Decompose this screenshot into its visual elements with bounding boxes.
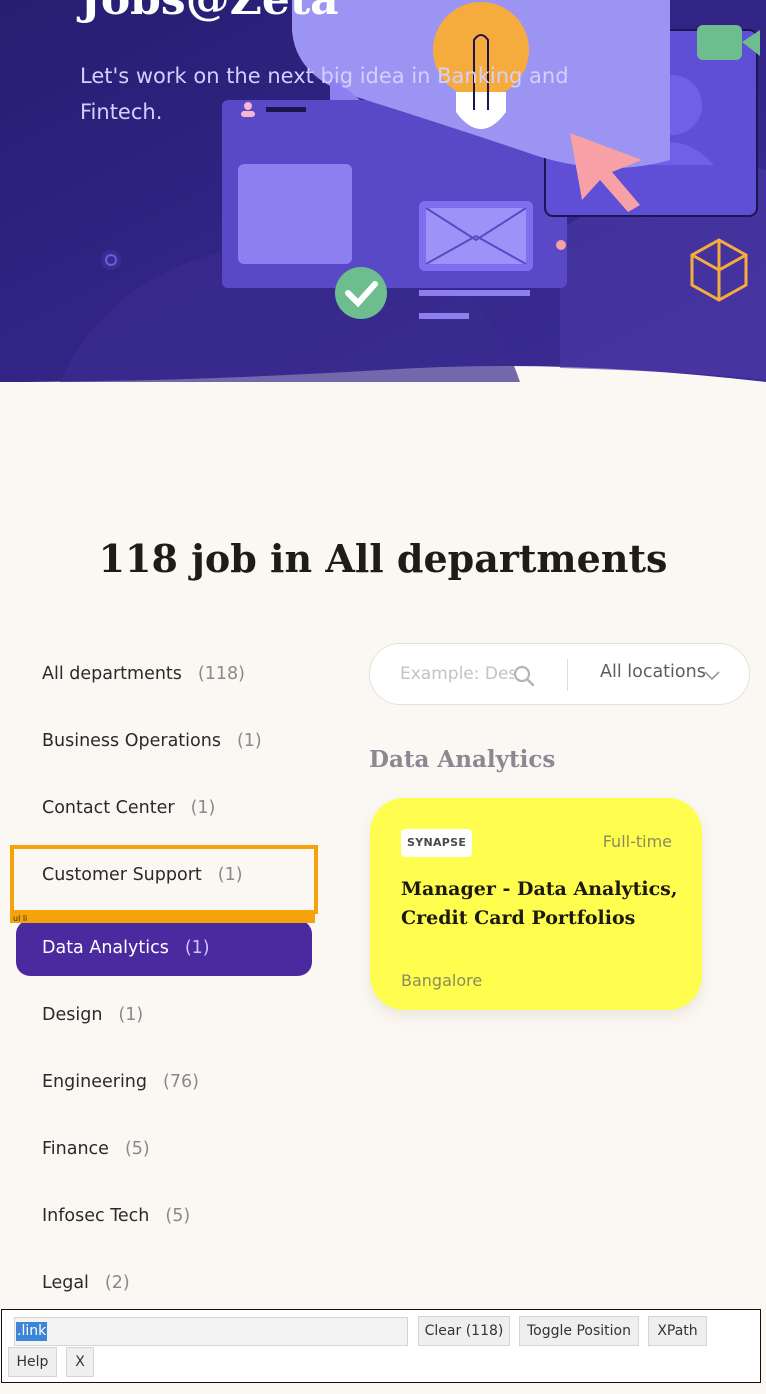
dept-item-design[interactable]: Design (1) — [16, 987, 312, 1043]
dept-label: All departments — [42, 664, 182, 684]
chevron-down-icon[interactable] — [704, 667, 720, 683]
dept-count: (1) — [184, 938, 210, 958]
dept-item-customer-support[interactable]: Customer Support (1) — [16, 847, 312, 903]
dept-label: Legal — [42, 1273, 89, 1293]
dept-label: Customer Support — [42, 865, 202, 885]
hero-title: Jobs@Zeta — [80, 0, 339, 25]
hero-banner: Jobs@Zeta Let's work on the next big ide… — [0, 0, 766, 400]
dept-count: (1) — [118, 1005, 144, 1025]
dept-label: Engineering — [42, 1072, 147, 1092]
dept-label: Contact Center — [42, 798, 175, 818]
selector-input[interactable] — [14, 1317, 408, 1346]
search-divider — [567, 659, 568, 691]
hero-subtitle: Let's work on the next big idea in Banki… — [80, 64, 569, 124]
selector-toolbar: .link Clear (118) Toggle Position XPath … — [1, 1309, 761, 1383]
dept-item-data-analytics[interactable]: Data Analytics (1) — [16, 920, 312, 976]
dept-count: (118) — [197, 664, 245, 684]
dept-count: (1) — [190, 798, 216, 818]
dept-item-all-departments[interactable]: All departments (118) — [16, 646, 312, 702]
xpath-button[interactable]: XPath — [648, 1316, 707, 1346]
page-title: 118 job in All departments — [98, 536, 668, 581]
dept-label: Infosec Tech — [42, 1206, 150, 1226]
job-title: Manager - Data Analytics, Credit Card Po… — [401, 878, 678, 929]
dept-count: (1) — [236, 731, 262, 751]
dept-item-engineering[interactable]: Engineering (76) — [16, 1054, 312, 1110]
team-badge: SYNAPSE — [401, 829, 473, 857]
dept-item-infosec-tech[interactable]: Infosec Tech (5) — [16, 1188, 312, 1244]
highlight-tag-bar — [10, 914, 315, 923]
selector-input-value: .link — [16, 1322, 48, 1341]
search-input[interactable] — [400, 660, 514, 688]
clear-button[interactable]: Clear (118) — [418, 1316, 510, 1346]
dept-item-finance[interactable]: Finance (5) — [16, 1121, 312, 1177]
highlight-tag-label: ul li — [13, 914, 28, 923]
dept-label: Design — [42, 1005, 103, 1025]
dept-count: (1) — [217, 865, 243, 885]
location-select[interactable]: All locations — [600, 662, 706, 682]
dept-label: Finance — [42, 1139, 109, 1159]
department-section-title: Data Analytics — [369, 746, 556, 773]
close-button[interactable]: X — [66, 1347, 94, 1377]
dept-count: (2) — [104, 1273, 130, 1293]
dept-count: (5) — [124, 1139, 150, 1159]
dept-label: Data Analytics — [42, 938, 169, 958]
dept-label: Business Operations — [42, 731, 221, 751]
dept-item-business-operations[interactable]: Business Operations (1) — [16, 713, 312, 769]
search-icon[interactable] — [512, 664, 536, 688]
help-button[interactable]: Help — [8, 1347, 57, 1377]
job-card[interactable]: SYNAPSE Full-time Manager - Data Analyti… — [370, 798, 702, 1010]
job-search-bar: All locations — [369, 643, 750, 705]
dept-item-legal[interactable]: Legal (2) — [16, 1255, 312, 1311]
toggle-position-button[interactable]: Toggle Position — [519, 1316, 639, 1346]
job-location: Bangalore — [401, 971, 483, 990]
job-type: Full-time — [602, 832, 672, 851]
dept-item-contact-center[interactable]: Contact Center (1) — [16, 780, 312, 836]
dept-count: (76) — [163, 1072, 199, 1092]
dept-count: (5) — [165, 1206, 191, 1226]
